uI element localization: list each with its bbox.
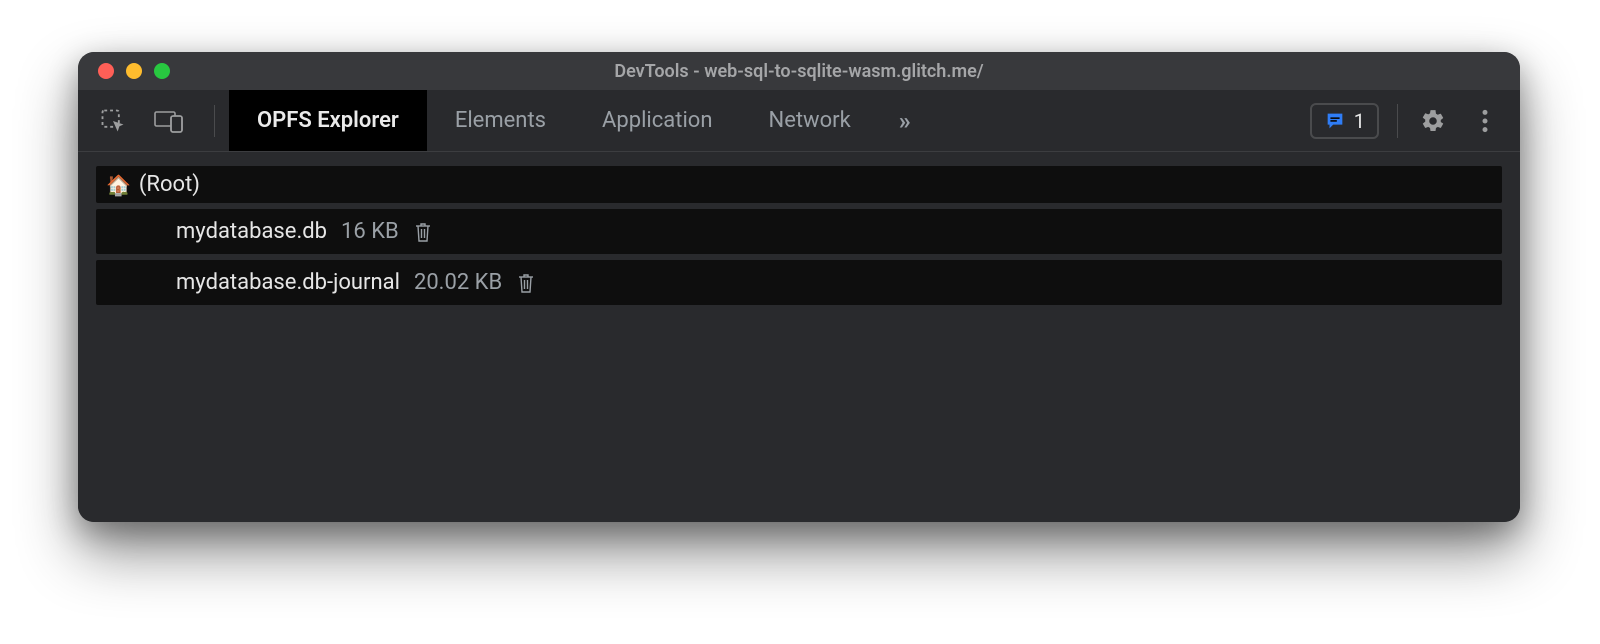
close-window-button[interactable]: [98, 63, 114, 79]
delete-file-button[interactable]: [413, 220, 433, 244]
inspect-element-button[interactable]: [96, 104, 130, 138]
delete-file-button[interactable]: [516, 271, 536, 295]
tab-opfs-explorer[interactable]: OPFS Explorer: [229, 90, 427, 151]
window-controls: [78, 63, 170, 79]
settings-button[interactable]: [1416, 104, 1450, 138]
toolbar-right-group: 1: [1310, 90, 1520, 151]
toolbar-separator: [1397, 104, 1398, 138]
devtools-window: DevTools - web-sql-to-sqlite-wasm.glitch…: [78, 52, 1520, 522]
toolbar-left-group: [78, 90, 229, 151]
chat-icon: [1324, 110, 1346, 132]
tab-network[interactable]: Network: [741, 90, 879, 151]
file-name: mydatabase.db: [176, 219, 327, 244]
home-icon: 🏠: [106, 175, 131, 195]
maximize-window-button[interactable]: [154, 63, 170, 79]
issues-count: 1: [1354, 109, 1365, 133]
file-row[interactable]: mydatabase.db 16 KB: [96, 209, 1502, 254]
tree-root-row[interactable]: 🏠 (Root): [96, 166, 1502, 203]
tabs-overflow-button[interactable]: »: [879, 90, 931, 151]
file-row[interactable]: mydatabase.db-journal 20.02 KB: [96, 260, 1502, 305]
tree-root-label: (Root): [139, 172, 200, 197]
tab-elements[interactable]: Elements: [427, 90, 574, 151]
titlebar: DevTools - web-sql-to-sqlite-wasm.glitch…: [78, 52, 1520, 90]
more-menu-button[interactable]: [1468, 104, 1502, 138]
devtools-tabs: OPFS Explorer Elements Application Netwo…: [229, 90, 931, 151]
window-title: DevTools - web-sql-to-sqlite-wasm.glitch…: [78, 61, 1520, 82]
device-toolbar-button[interactable]: [152, 104, 186, 138]
tab-application[interactable]: Application: [574, 90, 740, 151]
devtools-toolbar: OPFS Explorer Elements Application Netwo…: [78, 90, 1520, 152]
toolbar-separator: [214, 105, 215, 137]
file-name: mydatabase.db-journal: [176, 270, 400, 295]
file-size: 20.02 KB: [414, 270, 502, 295]
minimize-window-button[interactable]: [126, 63, 142, 79]
kebab-icon: [1481, 108, 1489, 134]
gear-icon: [1420, 108, 1446, 134]
trash-icon: [413, 220, 433, 244]
opfs-explorer-panel: 🏠 (Root) mydatabase.db 16 KB mydatabase.…: [78, 152, 1520, 522]
file-size: 16 KB: [341, 219, 399, 244]
issues-button[interactable]: 1: [1310, 103, 1379, 139]
trash-icon: [516, 271, 536, 295]
